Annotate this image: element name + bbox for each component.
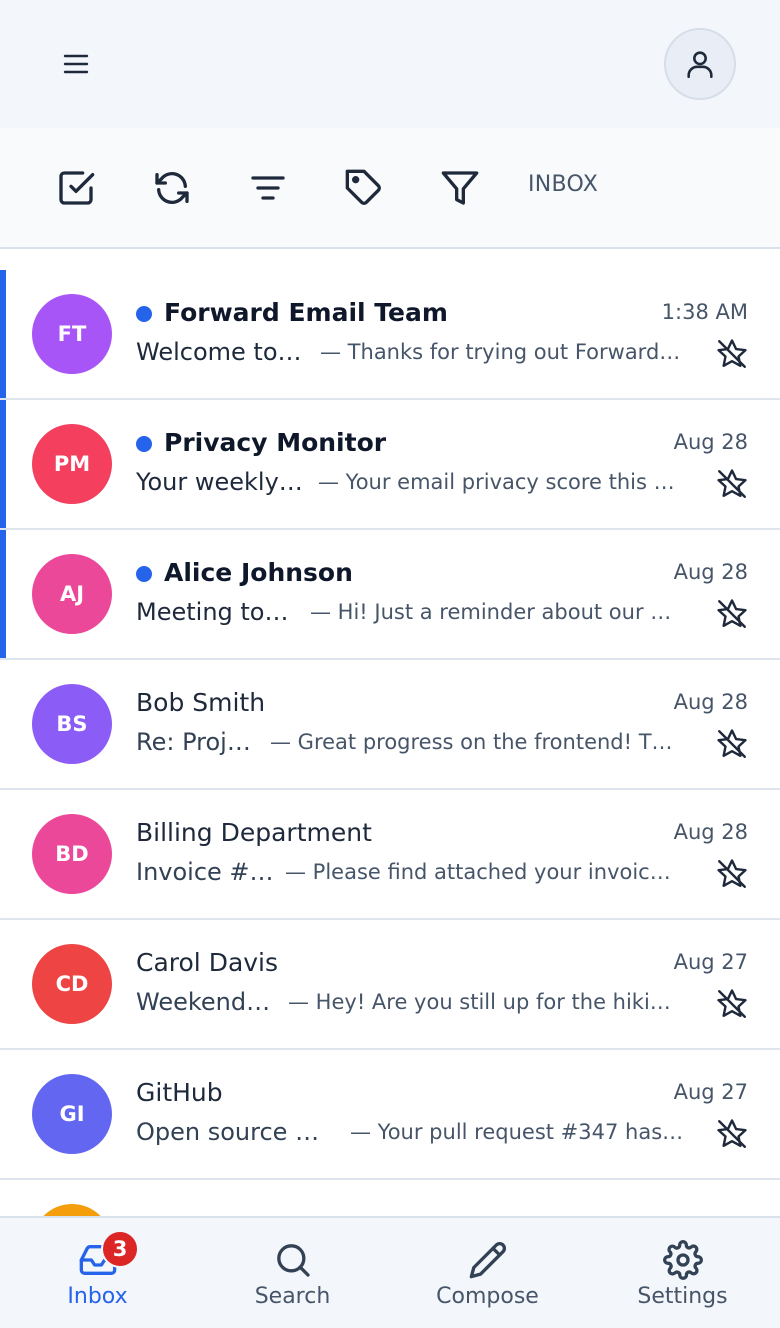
message-row[interactable]: PM Privacy Monitor Aug 28 Your weekly… — You… (0, 400, 780, 530)
message-date: Aug 28 (673, 560, 748, 584)
star-off-icon (717, 339, 747, 368)
folder-label[interactable]: INBOX (528, 172, 598, 197)
message-preview: — Thanks for trying out Forward… (320, 340, 681, 364)
star-button[interactable] (714, 726, 750, 762)
message-date: Aug 28 (673, 430, 748, 454)
message-subject: Weekend … (136, 988, 276, 1016)
menu-button[interactable] (52, 40, 100, 88)
unread-count-badge: 3 (101, 1230, 139, 1268)
nav-settings[interactable]: Settings (585, 1218, 780, 1328)
nav-search[interactable]: Search (195, 1218, 390, 1328)
message-date: Aug 27 (673, 950, 748, 974)
star-off-icon (717, 989, 747, 1018)
checkbox-select-icon (59, 171, 95, 205)
message-date: Aug 28 (673, 820, 748, 844)
avatar: BS (32, 684, 112, 764)
unread-dot (136, 436, 152, 452)
star-button[interactable] (714, 856, 750, 892)
message-subject: Invoice #… (136, 858, 274, 886)
sender-name: GitHub (136, 1078, 223, 1107)
message-subject: Your weekly… (136, 468, 303, 496)
avatar: FT (32, 294, 112, 374)
nav-label: Compose (436, 1284, 539, 1309)
unread-indicator-bar (0, 270, 6, 398)
message-subject: Re: Proj… (136, 728, 251, 756)
message-date: Aug 28 (673, 690, 748, 714)
star-off-icon (717, 729, 747, 758)
message-date: Aug 27 (673, 1080, 748, 1104)
sort-lines-icon (251, 176, 285, 200)
select-all-button[interactable] (50, 162, 102, 214)
avatar: PM (32, 424, 112, 504)
nav-compose[interactable]: Compose (390, 1218, 585, 1328)
pencil-icon (469, 1241, 506, 1279)
message-subject: Welcome to … (136, 338, 306, 366)
bottom-nav: 3 Inbox Search Compose Settings (0, 1216, 780, 1328)
star-off-icon (717, 859, 747, 888)
top-bar (0, 0, 780, 128)
message-preview: — Hey! Are you still up for the hiki… (288, 990, 671, 1014)
unread-dot (136, 566, 152, 582)
star-off-icon (717, 599, 747, 628)
gear-icon (662, 1240, 703, 1280)
message-row[interactable]: CD Carol Davis Aug 27 Weekend … — Hey! Are y… (0, 920, 780, 1050)
label-button[interactable] (338, 162, 390, 214)
message-preview: — Please find attached your invoic… (285, 860, 671, 884)
message-preview: — Your email privacy score this … (318, 470, 675, 494)
star-button[interactable] (714, 466, 750, 502)
account-button[interactable] (664, 28, 736, 100)
star-off-icon (717, 469, 747, 498)
star-button[interactable] (714, 1116, 750, 1152)
avatar: AJ (32, 554, 112, 634)
nav-label: Settings (637, 1284, 728, 1309)
star-off-icon (717, 1119, 747, 1148)
avatar: BD (32, 814, 112, 894)
nav-label: Search (254, 1284, 331, 1309)
message-row[interactable]: AJ Alice Johnson Aug 28 Meeting to… — Hi! Ju… (0, 530, 780, 660)
sender-name: Bob Smith (136, 688, 266, 717)
unread-indicator-bar (0, 400, 6, 528)
sender-name: Billing Department (136, 818, 372, 847)
unread-dot (136, 306, 152, 322)
star-button[interactable] (714, 336, 750, 372)
nav-inbox[interactable]: 3 Inbox (0, 1218, 195, 1328)
tag-icon (345, 169, 381, 205)
filter-button[interactable] (434, 162, 486, 214)
refresh-button[interactable] (146, 162, 198, 214)
sort-button[interactable] (242, 162, 294, 214)
user-icon (687, 51, 713, 79)
message-preview: — Your pull request #347 has… (350, 1120, 684, 1144)
hamburger-menu-icon (63, 54, 89, 74)
avatar: CD (32, 944, 112, 1024)
star-button[interactable] (714, 596, 750, 632)
sender-name: Carol Davis (136, 948, 279, 977)
unread-indicator-bar (0, 530, 6, 658)
message-row[interactable]: FT Forward Email Team 1:38 AM Welcome to … —… (0, 270, 780, 400)
sender-name: Privacy Monitor (164, 428, 387, 457)
toolbar (0, 128, 780, 249)
nav-label: Inbox (67, 1284, 128, 1309)
message-row[interactable]: GI GitHub Aug 27 Open source c… — Your pull … (0, 1050, 780, 1180)
message-row[interactable]: BD Billing Department Aug 28 Invoice #… — Pl… (0, 790, 780, 920)
avatar: GI (32, 1074, 112, 1154)
search-icon (276, 1244, 310, 1277)
mail-app: INBOX FT Forward Email Team 1:38 AM Welcome… (0, 0, 780, 1328)
message-row[interactable]: BS Bob Smith Aug 28 Re: Proj… — Great progre… (0, 660, 780, 790)
sender-name: Forward Email Team (164, 298, 448, 327)
star-button[interactable] (714, 986, 750, 1022)
message-preview: — Great progress on the frontend! T… (270, 730, 673, 754)
message-subject: Open source c… (136, 1118, 331, 1146)
message-preview: — Hi! Just a reminder about our … (310, 600, 672, 624)
refresh-icon (155, 171, 189, 205)
filter-funnel-icon (441, 171, 479, 205)
message-subject: Meeting to… (136, 598, 289, 626)
message-date: 1:38 AM (661, 300, 748, 324)
sender-name: Alice Johnson (164, 558, 353, 587)
